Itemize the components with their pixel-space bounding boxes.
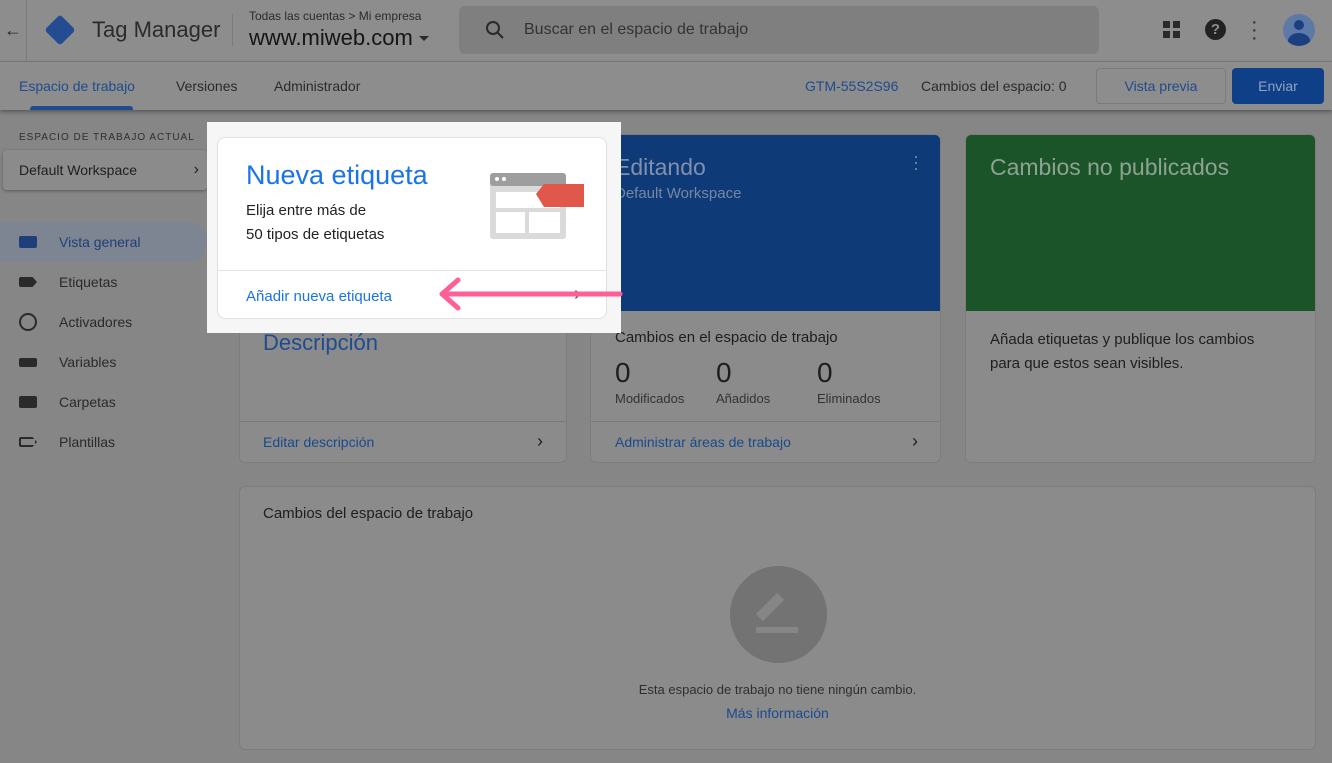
sidebar-item-label: Plantillas — [59, 434, 116, 450]
editing-workspace: Default Workspace — [615, 185, 742, 202]
sidebar-item-variables[interactable]: Variables — [0, 342, 207, 382]
edit-pencil-icon — [730, 566, 827, 663]
tab-bar: Espacio de trabajo Versiones Administrad… — [0, 62, 1332, 110]
caret-down-icon — [418, 36, 429, 46]
template-icon — [19, 437, 37, 447]
unpublished-title: Cambios no publicados — [990, 154, 1230, 180]
sidebar-item-overview[interactable]: Vista general — [0, 222, 207, 262]
description-title: Descripción — [263, 330, 378, 355]
more-vert-icon[interactable]: · · · — [1251, 12, 1258, 48]
chevron-right-icon[interactable]: › — [912, 431, 918, 452]
stat-label: Modificados — [615, 391, 685, 406]
gtm-logo-icon — [44, 14, 76, 46]
search-bar[interactable]: Buscar en el espacio de trabajo — [459, 6, 1099, 54]
stat-label: Añadidos — [716, 391, 771, 406]
search-placeholder: Buscar en el espacio de trabajo — [524, 21, 749, 38]
container-name: www.miweb.com — [249, 25, 413, 50]
edit-description-link[interactable]: Editar descripción — [263, 434, 374, 450]
empty-message: Esta espacio de trabajo no tiene ningún … — [638, 682, 917, 697]
editing-card: Editando Default Workspace · · · Cambios e… — [590, 134, 941, 463]
unpublished-text: Añada etiquetas y publique los cambios pa… — [990, 328, 1254, 376]
container-id[interactable]: GTM-55S2S96 — [805, 78, 898, 94]
stat-modified: 0 Modificados — [615, 357, 684, 406]
divider — [232, 14, 233, 46]
unpublished-header: Cambios no publicados — [966, 135, 1315, 311]
divider — [26, 0, 27, 62]
divider — [591, 421, 940, 422]
help-icon[interactable]: ? — [1205, 19, 1226, 40]
more-vert-icon[interactable]: · · · — [913, 147, 919, 177]
unpublished-card: Cambios no publicados Añada etiquetas y … — [965, 134, 1316, 463]
text-line: Añada etiquetas y publique los cambios — [990, 331, 1255, 348]
folder-icon — [19, 396, 37, 408]
editing-section-title: Cambios en el espacio de trabajo — [615, 329, 838, 346]
workspace-label: ESPACIO DE TRABAJO ACTUAL — [19, 132, 195, 143]
active-tab-indicator — [30, 106, 133, 110]
trigger-icon — [19, 313, 37, 331]
divider — [218, 270, 606, 271]
breadcrumb[interactable]: Todas las cuentas > Mi empresa — [249, 9, 421, 23]
overview-icon — [19, 236, 37, 248]
sidebar-item-label: Vista general — [59, 234, 141, 250]
app-title: Tag Manager — [92, 17, 221, 42]
manage-workspaces-link[interactable]: Administrar áreas de trabajo — [615, 434, 791, 450]
chevron-right-icon[interactable]: › — [537, 431, 543, 452]
tag-icon — [19, 277, 37, 287]
submit-button[interactable]: Enviar — [1232, 68, 1324, 104]
sidebar-item-label: Variables — [59, 354, 117, 370]
tab-admin[interactable]: Administrador — [274, 78, 360, 94]
text-line: para que estos sean visibles. — [990, 355, 1184, 372]
avatar[interactable] — [1283, 14, 1315, 46]
workspace-name: Default Workspace — [19, 162, 138, 178]
sidebar-item-templates[interactable]: Plantillas — [0, 422, 207, 462]
chevron-right-icon: › — [193, 161, 199, 178]
tab-workspace[interactable]: Espacio de trabajo — [19, 78, 135, 94]
tag-illustration-icon — [490, 173, 584, 239]
editing-header: Editando Default Workspace · · · — [591, 135, 940, 311]
preview-button[interactable]: Vista previa — [1096, 68, 1226, 104]
sidebar-item-tags[interactable]: Etiquetas — [0, 262, 207, 302]
stat-label: Eliminados — [817, 391, 881, 406]
new-tag-title: Nueva etiqueta — [246, 160, 428, 190]
sidebar-item-triggers[interactable]: Activadores — [0, 302, 207, 342]
sidebar-item-label: Carpetas — [59, 394, 116, 410]
stat-value: 0 — [615, 357, 631, 388]
search-icon — [486, 21, 504, 39]
sidebar-item-folders[interactable]: Carpetas — [0, 382, 207, 422]
apps-icon[interactable] — [1163, 21, 1180, 38]
add-new-tag-link[interactable]: Añadir nueva etiqueta — [246, 288, 392, 305]
more-info-link[interactable]: Más información — [240, 705, 1315, 721]
stat-deleted: 0 Eliminados — [817, 357, 881, 406]
new-tag-description: Elija entre más de 50 tipos de etiquetas — [246, 199, 384, 247]
sidebar-item-label: Etiquetas — [59, 274, 118, 290]
stat-added: 0 Añadidos — [716, 357, 770, 406]
workspace-changes-card: Cambios del espacio de trabajo Esta espa… — [239, 486, 1316, 750]
top-header: ← Tag Manager Todas las cuentas > Mi emp… — [0, 0, 1332, 62]
back-icon[interactable]: ← — [4, 20, 22, 41]
stat-value: 0 — [817, 357, 833, 388]
divider — [240, 421, 566, 422]
workspace-changes-count: Cambios del espacio: 0 — [921, 78, 1067, 94]
variables-icon — [19, 357, 37, 367]
stat-value: 0 — [716, 357, 732, 388]
editing-title: Editando — [615, 154, 706, 180]
container-selector[interactable]: www.miweb.com — [249, 25, 429, 51]
workspace-changes-title: Cambios del espacio de trabajo — [263, 505, 474, 522]
text-line: 50 tipos de etiquetas — [246, 226, 385, 243]
sidebar-item-label: Activadores — [59, 314, 133, 330]
workspace-selector[interactable]: Default Workspace › — [3, 150, 207, 190]
tab-versions[interactable]: Versiones — [176, 78, 237, 94]
pointer-arrow-icon — [439, 277, 623, 311]
text-line: Elija entre más de — [246, 202, 367, 219]
